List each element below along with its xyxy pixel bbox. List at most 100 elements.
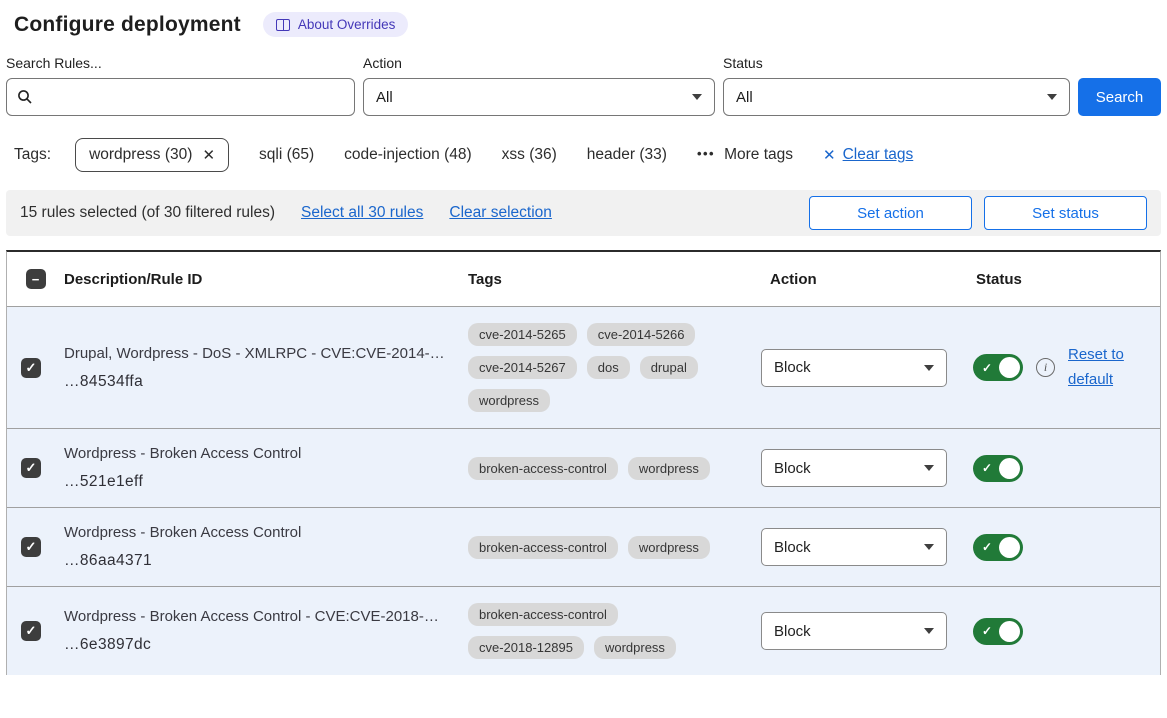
tag-pill: broken-access-control (468, 536, 618, 559)
status-toggle[interactable]: ✓ (973, 354, 1023, 381)
row-checkbox[interactable]: ✓ (21, 621, 41, 641)
tag-pill: wordpress (594, 636, 676, 659)
chevron-down-icon (692, 94, 702, 100)
tag-pill: wordpress (628, 457, 710, 480)
about-overrides-badge[interactable]: About Overrides (263, 12, 409, 37)
rule-tags: broken-access-controlwordpress (459, 536, 739, 559)
tag-option-code-injection[interactable]: code-injection (48) (344, 146, 472, 164)
search-button[interactable]: Search (1078, 78, 1161, 116)
rule-description: Wordpress - Broken Access Control - CVE:… (64, 608, 459, 625)
table-header-row: − Description/Rule ID Tags Action Status (7, 252, 1160, 306)
status-filter-label: Status (723, 55, 1070, 71)
tag-pill: broken-access-control (468, 603, 618, 626)
selected-tag-wordpress[interactable]: wordpress (30) ✕ (75, 138, 229, 172)
more-tags-label: More tags (724, 146, 793, 164)
chevron-down-icon (924, 365, 934, 371)
about-overrides-label: About Overrides (298, 17, 396, 32)
rule-description: Wordpress - Broken Access Control (64, 445, 459, 462)
tag-pill: cve-2018-12895 (468, 636, 584, 659)
check-icon: ✓ (26, 539, 37, 555)
status-toggle[interactable]: ✓ (973, 618, 1023, 645)
check-icon: ✓ (26, 623, 37, 639)
action-filter-value: All (376, 89, 393, 106)
set-status-button[interactable]: Set status (984, 196, 1147, 230)
selection-bar: 15 rules selected (of 30 filtered rules)… (6, 190, 1161, 236)
tag-pill: wordpress (468, 389, 550, 412)
status-filter-select[interactable]: All (723, 78, 1070, 116)
action-filter-label: Action (363, 55, 715, 71)
status-toggle[interactable]: ✓ (973, 534, 1023, 561)
book-icon (276, 19, 290, 31)
remove-tag-icon[interactable]: ✕ (202, 146, 215, 164)
tag-pill: broken-access-control (468, 457, 618, 480)
info-icon[interactable]: i (1036, 358, 1055, 377)
action-select[interactable]: Block (761, 528, 947, 566)
tag-pill: drupal (640, 356, 698, 379)
column-header-description: Description/Rule ID (55, 271, 459, 288)
chevron-down-icon (924, 544, 934, 550)
row-checkbox[interactable]: ✓ (21, 537, 41, 557)
tag-pill: cve-2014-5265 (468, 323, 577, 346)
table-row: ✓ Drupal, Wordpress - DoS - XMLRPC - CVE… (7, 306, 1160, 428)
row-checkbox[interactable]: ✓ (21, 358, 41, 378)
tag-option-header[interactable]: header (33) (587, 146, 667, 164)
page-title: Configure deployment (14, 13, 241, 37)
toggle-knob (999, 537, 1020, 558)
rule-id: …84534ffa (64, 373, 459, 391)
action-select-value: Block (774, 539, 811, 556)
column-header-status: Status (967, 271, 1160, 288)
select-all-checkbox[interactable]: − (26, 269, 46, 289)
column-header-action: Action (761, 271, 967, 288)
close-icon: ✕ (823, 146, 836, 164)
row-checkbox[interactable]: ✓ (21, 458, 41, 478)
rule-id: …6e3897dc (64, 636, 459, 654)
selected-tag-label: wordpress (30) (89, 146, 192, 164)
rule-description: Drupal, Wordpress - DoS - XMLRPC - CVE:C… (64, 345, 459, 362)
clear-tags-label: Clear tags (843, 146, 914, 164)
filter-row: Search Rules... Action All Status All Se… (6, 55, 1161, 116)
action-select-value: Block (774, 623, 811, 640)
action-filter-select[interactable]: All (363, 78, 715, 116)
chevron-down-icon (924, 628, 934, 634)
action-select[interactable]: Block (761, 349, 947, 387)
table-body: ✓ Drupal, Wordpress - DoS - XMLRPC - CVE… (7, 306, 1160, 675)
action-select-value: Block (774, 460, 811, 477)
tags-label: Tags: (14, 146, 51, 164)
table-row: ✓ Wordpress - Broken Access Control …521… (7, 428, 1160, 507)
search-icon (17, 89, 33, 105)
toggle-knob (999, 458, 1020, 479)
toggle-knob (999, 357, 1020, 378)
check-icon: ✓ (26, 360, 37, 376)
more-tags-button[interactable]: ••• More tags (697, 146, 793, 164)
chevron-down-icon (1047, 94, 1057, 100)
rule-tags: broken-access-control wordpress (459, 457, 739, 480)
check-icon: ✓ (982, 624, 992, 638)
rule-tags: broken-access-control cve-2018-12895 wordp… (459, 603, 739, 659)
tag-pill: cve-2014-5267 (468, 356, 577, 379)
select-all-rules-link[interactable]: Select all 30 rules (301, 204, 423, 222)
check-icon: ✓ (982, 361, 992, 375)
tags-bar: Tags: wordpress (30) ✕ sqli (65) code-in… (14, 138, 1161, 172)
reset-to-default-link[interactable]: Reset to default (1068, 343, 1130, 393)
rule-description: Wordpress - Broken Access Control (64, 524, 459, 541)
search-rules-input[interactable] (41, 89, 344, 106)
status-filter-value: All (736, 89, 753, 106)
tag-pill: dos (587, 356, 630, 379)
toggle-knob (999, 621, 1020, 642)
clear-tags-button[interactable]: ✕ Clear tags (823, 146, 913, 164)
indeterminate-minus-icon: − (32, 272, 40, 287)
action-select[interactable]: Block (761, 612, 947, 650)
action-select[interactable]: Block (761, 449, 947, 487)
search-box (6, 78, 355, 116)
rule-id: …521e1eff (64, 473, 459, 491)
rule-id: …86aa4371 (64, 552, 459, 570)
clear-selection-link[interactable]: Clear selection (449, 204, 552, 222)
action-select-value: Block (774, 359, 811, 376)
tag-option-sqli[interactable]: sqli (65) (259, 146, 314, 164)
selection-summary: 15 rules selected (of 30 filtered rules) (20, 204, 275, 222)
set-action-button[interactable]: Set action (809, 196, 972, 230)
check-icon: ✓ (26, 460, 37, 476)
tag-option-xss[interactable]: xss (36) (502, 146, 557, 164)
rule-tags: cve-2014-5265cve-2014-5266cve-2014-5267d… (459, 323, 739, 412)
status-toggle[interactable]: ✓ (973, 455, 1023, 482)
